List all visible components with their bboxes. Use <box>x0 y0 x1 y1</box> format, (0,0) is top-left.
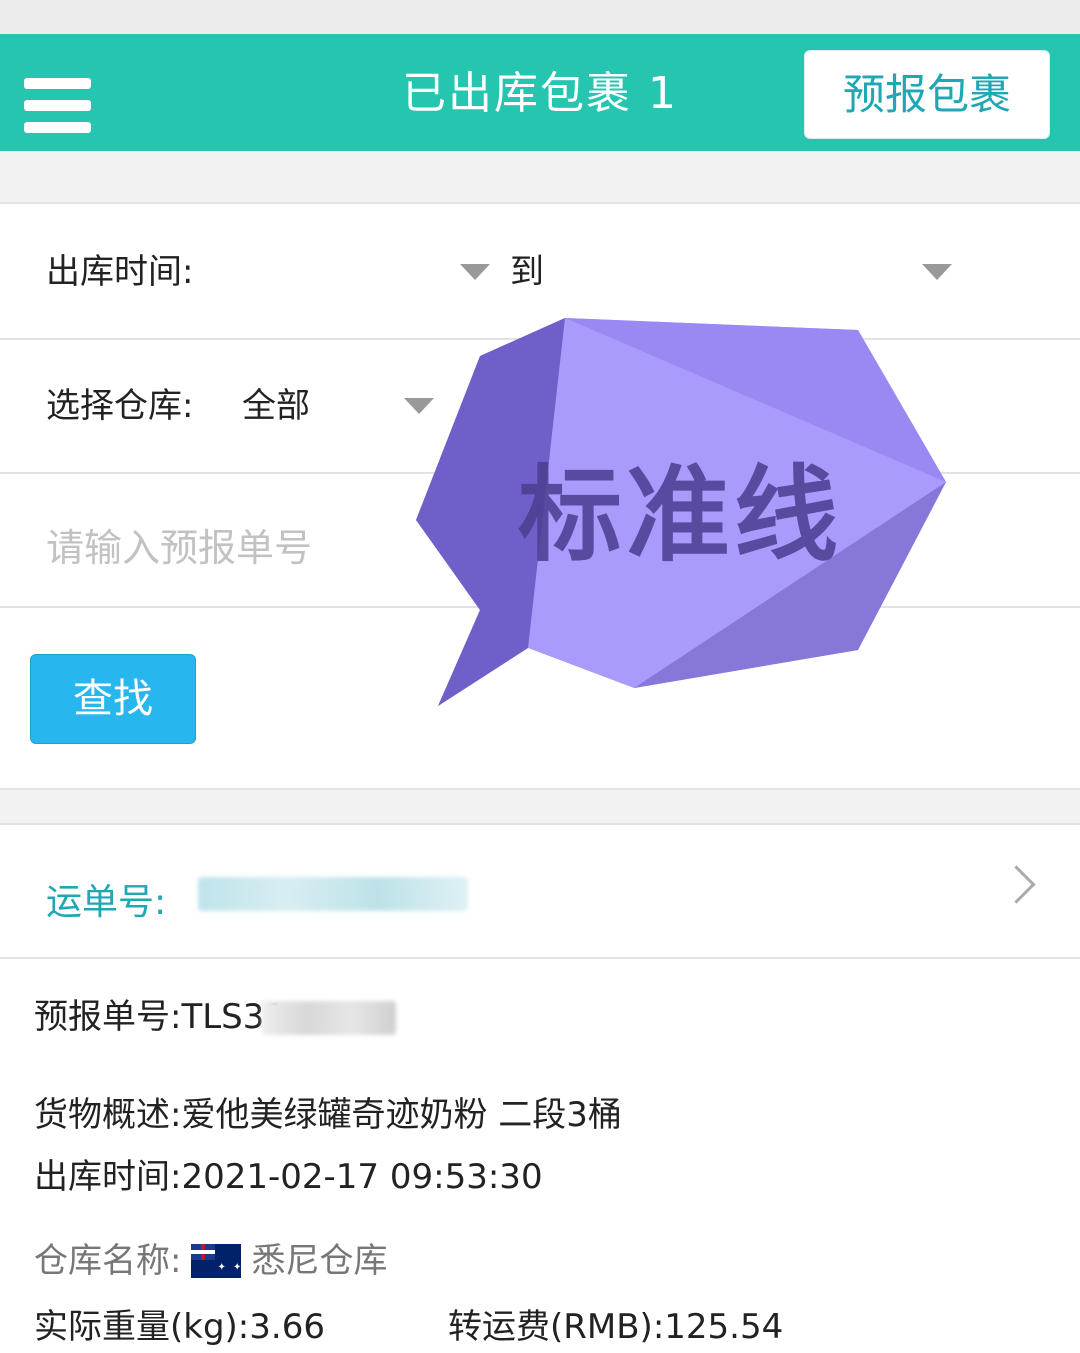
weight-line: 实际重量(kg):3.66 <box>34 1307 325 1347</box>
warehouse-name-value: 悉尼仓库 <box>251 1241 388 1281</box>
page-title: 已出库包裹 1 <box>402 68 678 119</box>
predeclare-no-redacted <box>262 1001 396 1035</box>
package-card[interactable]: 运单号: 预报单号:TLS31 货物概述:爱他美绿罐奇迹奶粉 二段3桶 出库时间… <box>0 823 1080 1353</box>
status-bar <box>0 0 1080 34</box>
warehouse-value: 全部 <box>242 386 310 426</box>
predeclare-no-label: 预报单号: <box>34 997 182 1037</box>
badge-text: 标准线 <box>518 454 843 576</box>
search-button[interactable]: 查找 <box>30 654 196 744</box>
chevron-down-icon <box>460 264 490 280</box>
chevron-right-icon[interactable] <box>997 865 1036 904</box>
predeclare-no-input[interactable]: 请输入预报单号 <box>46 517 312 572</box>
australia-flag-icon <box>191 1244 243 1288</box>
app-header: 已出库包裹 1 预报包裹 <box>0 34 1080 151</box>
to-label: 到 <box>510 252 544 292</box>
description-value: 爱他美绿罐奇迹奶粉 二段3桶 <box>181 1095 622 1135</box>
warehouse-name-line: 仓库名称: 悉尼仓库 <box>34 1241 388 1288</box>
warehouse-name-label: 仓库名称: <box>34 1241 182 1281</box>
fee-line: 转运费(RMB):125.54 <box>448 1307 783 1347</box>
warehouse-select[interactable]: 全部 <box>230 368 450 444</box>
out-time-label: 出库时间: <box>34 1157 182 1197</box>
description-label: 货物概述: <box>34 1095 182 1135</box>
weight-label: 实际重量(kg): <box>34 1307 250 1347</box>
weight-value: 3.66 <box>249 1307 325 1347</box>
warehouse-label: 选择仓库: <box>46 386 194 426</box>
fee-value: 125.54 <box>664 1307 784 1347</box>
predeclare-package-button[interactable]: 预报包裹 <box>804 50 1050 139</box>
predeclare-no-line: 预报单号:TLS31 <box>34 997 286 1037</box>
waybill-row[interactable]: 运单号: <box>0 825 1080 959</box>
out-time-value: 2021-02-17 09:53:30 <box>181 1157 543 1197</box>
out-time-row: 出库时间: 到 <box>0 204 1080 340</box>
waybill-label: 运单号: <box>46 882 167 923</box>
out-time-line: 出库时间:2021-02-17 09:53:30 <box>34 1157 543 1197</box>
waybill-number-redacted <box>198 877 468 911</box>
chevron-down-icon <box>922 264 952 280</box>
out-time-end-select[interactable] <box>560 234 970 310</box>
out-time-label: 出库时间: <box>46 252 194 292</box>
out-time-start-select[interactable] <box>230 234 500 310</box>
fee-label: 转运费(RMB): <box>448 1307 665 1347</box>
menu-icon[interactable] <box>24 78 91 134</box>
chevron-down-icon <box>404 398 434 414</box>
description-line: 货物概述:爱他美绿罐奇迹奶粉 二段3桶 <box>34 1095 622 1135</box>
